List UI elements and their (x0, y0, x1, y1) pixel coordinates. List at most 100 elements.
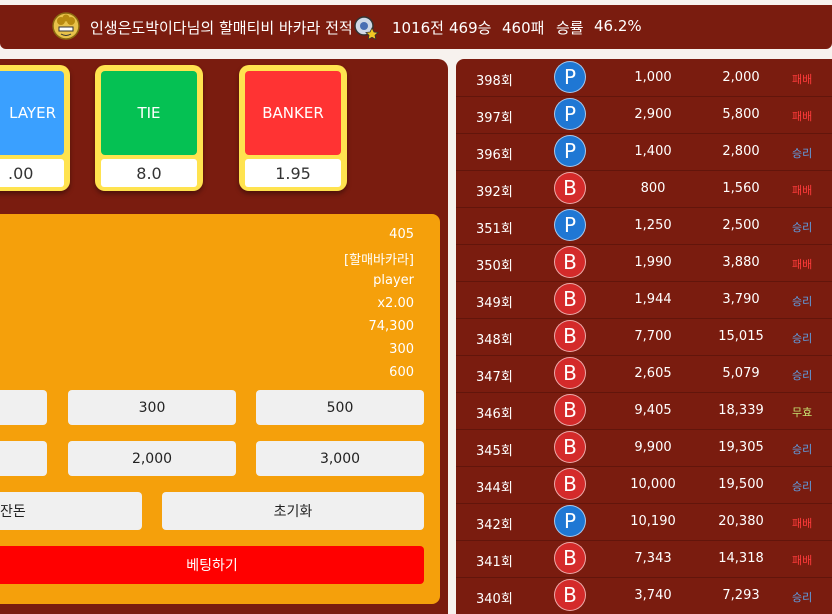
total-games: 1016전 (392, 19, 444, 37)
history-result: 패배 (792, 258, 813, 271)
history-bet: 1,400 (634, 144, 672, 159)
history-row[interactable]: 345회 B 9,900 19,305 승리 (456, 429, 832, 467)
history-bet: 10,190 (630, 514, 676, 529)
chip-button-hidden-2[interactable] (0, 441, 47, 476)
history-row[interactable]: 398회 P 1,000 2,000 패배 (456, 59, 832, 97)
history-pick-badge: B (554, 394, 586, 426)
history-payout: 2,800 (722, 144, 760, 159)
history-result: 패배 (792, 184, 813, 197)
chip-button-hidden-1[interactable] (0, 390, 47, 425)
history-payout: 19,305 (718, 440, 764, 455)
history-bet: 7,343 (634, 551, 672, 566)
tie-card-label: TIE (101, 71, 197, 155)
history-payout: 7,293 (722, 588, 760, 603)
history-row[interactable]: 347회 B 2,605 5,079 승리 (456, 355, 832, 393)
tie-card[interactable]: TIE 8.0 (95, 65, 203, 191)
history-row[interactable]: 350회 B 1,990 3,880 패배 (456, 244, 832, 282)
history-result: 패배 (792, 554, 813, 567)
history-row[interactable]: 340회 B 3,740 7,293 승리 (456, 577, 832, 614)
header-bar: 인생은도박이다님의 할매티비 바카라 전적 1016전 469승 460패 승률… (0, 5, 832, 49)
history-payout: 1,560 (722, 181, 760, 196)
history-payout: 5,079 (722, 366, 760, 381)
history-row[interactable]: 351회 P 1,250 2,500 승리 (456, 207, 832, 245)
history-payout: 2,000 (722, 70, 760, 85)
chip-300-button[interactable]: 300 (68, 390, 236, 425)
chip-500-button[interactable]: 500 (256, 390, 424, 425)
history-round: 347회 (476, 370, 513, 385)
history-list: 398회 P 1,000 2,000 패배 397회 P 2,900 5,800 패배 396회 P 1… (456, 59, 832, 614)
win-rate-label: 승률 (556, 19, 584, 37)
history-row[interactable]: 392회 B 800 1,560 패배 (456, 170, 832, 208)
history-bet: 800 (640, 181, 666, 196)
history-round: 344회 (476, 481, 513, 496)
history-bet: 1,250 (634, 218, 672, 233)
slip-pick: player (373, 273, 414, 288)
history-result: 승리 (792, 147, 813, 160)
history-pick-badge: P (554, 209, 586, 241)
history-payout: 19,500 (718, 477, 764, 492)
history-bet: 7,700 (634, 329, 672, 344)
win-count: 469승 (449, 19, 492, 37)
history-result: 승리 (792, 480, 813, 493)
history-result: 무효 (792, 406, 813, 419)
history-round: 346회 (476, 407, 513, 422)
player-card-label: LAYER (0, 71, 64, 155)
history-payout: 14,318 (718, 551, 764, 566)
chip-2000-button[interactable]: 2,000 (68, 441, 236, 476)
history-payout: 5,800 (722, 107, 760, 122)
reset-button[interactable]: 초기화 (162, 492, 424, 530)
history-bet: 2,605 (634, 366, 672, 381)
history-pick-badge: B (554, 283, 586, 315)
history-pick-badge: B (554, 468, 586, 500)
history-round: 396회 (476, 148, 513, 163)
history-result: 패배 (792, 517, 813, 530)
history-result: 패배 (792, 110, 813, 123)
history-payout: 15,015 (718, 329, 764, 344)
history-bet: 1,944 (634, 292, 672, 307)
slip-balance: 74,300 (368, 319, 415, 334)
history-round: 397회 (476, 111, 513, 126)
slip-payout: 600 (389, 365, 414, 380)
history-round: 392회 (476, 185, 513, 200)
history-pick-badge: B (554, 579, 586, 611)
history-row[interactable]: 342회 P 10,190 20,380 패배 (456, 503, 832, 541)
history-pick-badge: P (554, 61, 586, 93)
history-result: 패배 (792, 73, 813, 86)
place-bet-button[interactable]: 베팅하기 (0, 546, 424, 584)
user-avatar-icon (52, 12, 80, 40)
history-round: 342회 (476, 518, 513, 533)
history-pick-badge: P (554, 98, 586, 130)
history-bet: 1,000 (634, 70, 672, 85)
history-row[interactable]: 348회 B 7,700 15,015 승리 (456, 318, 832, 356)
bet-slip: 405 [할매바카라] player x2.00 74,300 300 600 … (0, 214, 440, 604)
history-payout: 18,339 (718, 403, 764, 418)
history-row[interactable]: 344회 B 10,000 19,500 승리 (456, 466, 832, 504)
history-result: 승리 (792, 221, 813, 234)
history-bet: 10,000 (630, 477, 676, 492)
history-row[interactable]: 346회 B 9,405 18,339 무효 (456, 392, 832, 430)
banker-card[interactable]: BANKER 1.95 (239, 65, 347, 191)
history-pick-badge: B (554, 431, 586, 463)
history-pick-badge: B (554, 172, 586, 204)
history-row[interactable]: 349회 B 1,944 3,790 승리 (456, 281, 832, 319)
history-pick-badge: P (554, 505, 586, 537)
history-pick-badge: B (554, 542, 586, 574)
history-pick-badge: P (554, 135, 586, 167)
chip-3000-button[interactable]: 3,000 (256, 441, 424, 476)
slip-amount: 300 (389, 342, 414, 357)
history-round: 340회 (476, 592, 513, 607)
banker-odds: 1.95 (245, 159, 341, 187)
player-odds: .00 (0, 159, 64, 187)
history-row[interactable]: 396회 P 1,400 2,800 승리 (456, 133, 832, 171)
history-pick-badge: B (554, 357, 586, 389)
history-row[interactable]: 397회 P 2,900 5,800 패배 (456, 96, 832, 134)
change-button[interactable]: 잔돈 (0, 492, 142, 530)
history-pick-badge: B (554, 246, 586, 278)
history-result: 승리 (792, 295, 813, 308)
history-row[interactable]: 341회 B 7,343 14,318 패배 (456, 540, 832, 578)
player-card[interactable]: LAYER .00 (0, 65, 70, 191)
history-round: 351회 (476, 222, 513, 237)
history-result: 승리 (792, 591, 813, 604)
history-round: 349회 (476, 296, 513, 311)
history-round: 348회 (476, 333, 513, 348)
